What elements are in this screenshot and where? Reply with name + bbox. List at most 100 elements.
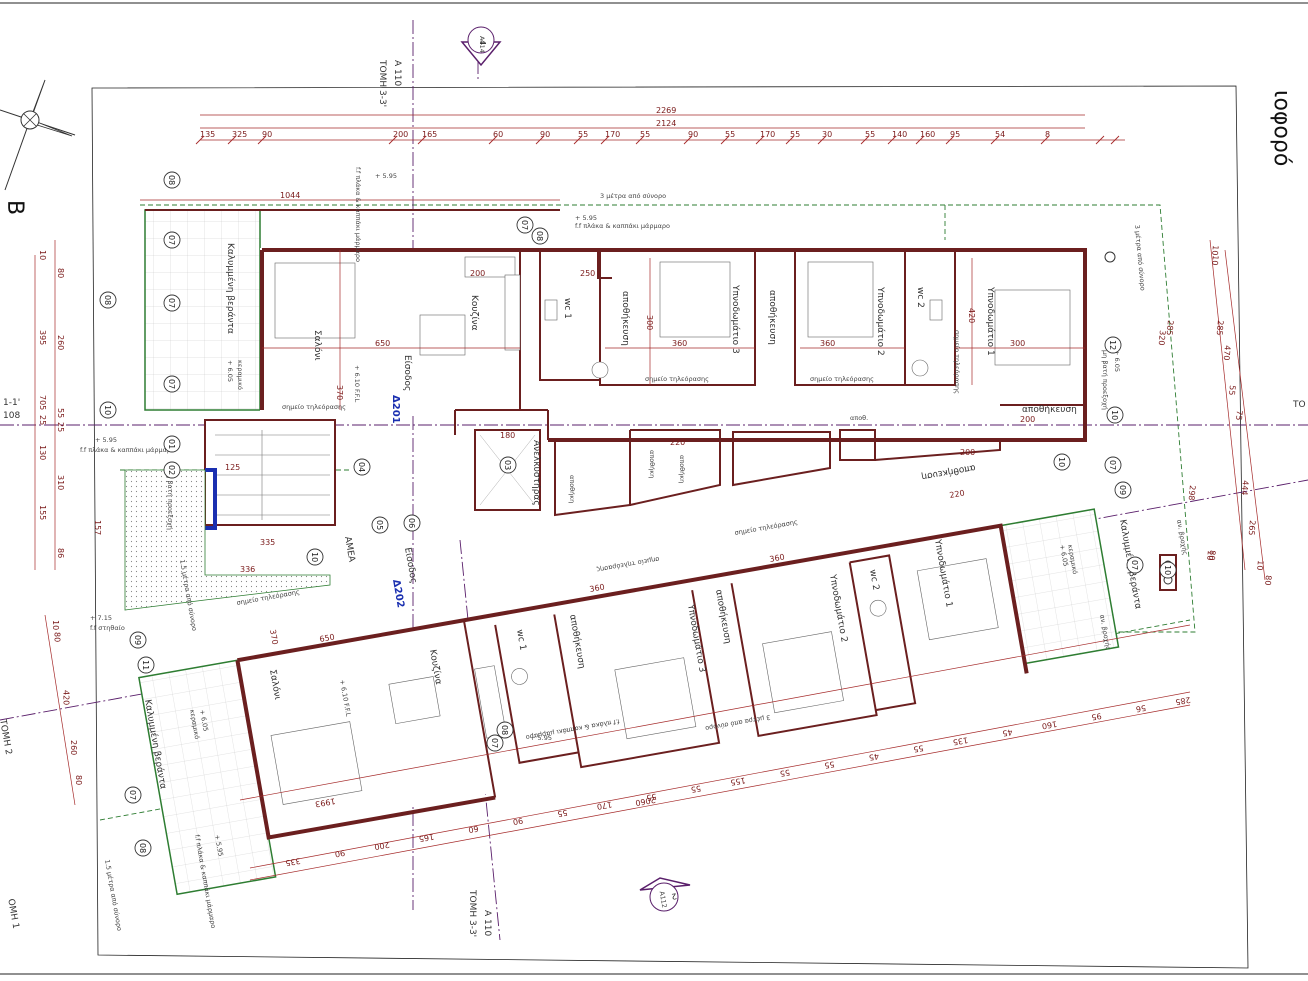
svg-text:650: 650 — [375, 339, 390, 348]
room-bed2-top: Υπνοδωμάτιο 2 — [875, 286, 885, 356]
room-tag-number: 07 — [167, 298, 176, 308]
svg-text:125: 125 — [225, 463, 240, 472]
dim-left-label: 260 — [69, 740, 78, 755]
room-tag-number: 08 — [167, 175, 176, 185]
svg-text:370: 370 — [268, 629, 280, 646]
room-storage-top-3: αποθήκευση — [1022, 405, 1077, 415]
svg-text:Α114: Α114 — [478, 36, 486, 53]
svg-text:σημείο τηλεόρασης: σημείο τηλεόρασης — [282, 403, 346, 411]
dim-bottom-chain-label: 200 — [374, 840, 391, 852]
dim-right-label: 470 — [1222, 345, 1232, 361]
dim-left-label: 157 — [93, 520, 102, 535]
svg-text:σημείο τηλεόρασης: σημείο τηλεόρασης — [953, 330, 961, 394]
room-tag-number: 06 — [407, 518, 416, 528]
dim-bottom-chain-label: 55 — [557, 808, 569, 819]
stair-core — [204, 419, 336, 526]
svg-text:ΤΟΜΗ 2: ΤΟΜΗ 2 — [0, 718, 13, 756]
room-tag-number: 07 — [520, 220, 529, 230]
dim-bottom-chain-label: 95 — [1091, 711, 1103, 722]
north-label: Β — [2, 200, 27, 215]
dim-left-label: 705 — [38, 395, 47, 410]
dim-top-chain-label: 55 — [725, 130, 735, 139]
kitchen-unit-top — [504, 274, 521, 351]
room-tag-number: 10 — [1163, 565, 1172, 575]
dim-bottom-chain-label: 56 — [1135, 703, 1147, 714]
room-living-top: Σαλόνι — [312, 330, 323, 361]
dim-right-label: 444 — [1240, 480, 1250, 496]
room-tag-number: 08 — [138, 843, 147, 853]
room-tag-number: 09 — [133, 635, 142, 645]
room-tag-number: 07 — [128, 790, 137, 800]
apartment-code-bottom: Δ202 — [390, 579, 406, 609]
dim-bottom-chain-label: 55 — [824, 759, 836, 770]
room-tag-number: 08 — [103, 295, 112, 305]
room-amea: ΑΜΕΑ — [342, 536, 356, 564]
note-ff-top: f.f πλάκα & καππάκι μάρμαρο — [575, 222, 670, 230]
note-three-m-right: 3 μέτρα από σύνορο — [1133, 224, 1147, 291]
svg-text:f.f πλάκα & καππάκι μάρμαρο: f.f πλάκα & καππάκι μάρμαρο — [80, 446, 175, 454]
room-tag-number: 07 — [1130, 560, 1139, 570]
elevation-marker-bottom: 2 Α112 — [639, 877, 691, 912]
dim-top-chain-label: 55 — [865, 130, 875, 139]
dim-bottom-chain-label: 55 — [690, 784, 702, 795]
svg-text:200: 200 — [470, 269, 485, 278]
apartment-code-top: Δ201 — [390, 395, 401, 424]
svg-text:μη βατή προεξοχή: μη βατή προεξοχή — [166, 470, 174, 530]
dim-left-label: 80 — [74, 775, 83, 785]
dim-bottom-chain-label: 55 — [779, 767, 791, 778]
dim-left-label: 155 — [38, 505, 47, 520]
svg-text:+ 5.95: + 5.95 — [530, 734, 552, 742]
svg-text:αποθήκη: αποθήκη — [648, 450, 656, 478]
svg-text:360: 360 — [589, 582, 606, 594]
room-tag-number: 10 — [103, 405, 112, 415]
svg-text:+ 7.15: + 7.15 — [90, 614, 112, 622]
dim-top-chain-label: 60 — [493, 130, 503, 139]
svg-text:ΟΜΗ 1: ΟΜΗ 1 — [5, 898, 20, 929]
apartment-top — [144, 209, 1090, 530]
dim-top-chain-label: 30 — [822, 130, 832, 139]
room-storage-bottom-3: αποθήκευση — [920, 462, 976, 481]
svg-text:108: 108 — [3, 411, 20, 421]
svg-text:ΤΟΜΗ 3-3': ΤΟΜΗ 3-3' — [467, 889, 477, 937]
svg-text:180: 180 — [500, 431, 515, 440]
dim-left-label: 25 — [56, 422, 65, 432]
room-veranda-top: Καλυμμένη βεράντα — [225, 243, 236, 334]
svg-text:αποθήκη: αποθήκη — [678, 455, 686, 483]
dim-top-chain-label: 54 — [995, 130, 1005, 139]
room-tag-number: 10 — [1057, 457, 1066, 467]
dim-bottom-chain-label: 285 — [1175, 695, 1192, 707]
dim-1044: 1044 — [280, 191, 300, 200]
room-storage-top-2: αποθήκευση — [767, 290, 777, 345]
room-wc1-top: wc 1 — [562, 298, 572, 319]
room-bed1-top: Υπνοδωμάτιο 1 — [985, 286, 995, 356]
dim-left-label: 80 — [53, 632, 62, 642]
dim-bottom-chain-label: 60 — [468, 824, 480, 835]
svg-text:Α 110: Α 110 — [482, 910, 492, 936]
dim-right-label: 10 — [1210, 255, 1220, 266]
svg-text:200: 200 — [1020, 415, 1035, 424]
dim-top-chain-label: 90 — [540, 130, 550, 139]
svg-text:ΤΟ: ΤΟ — [1292, 400, 1306, 410]
room-tag-number: 07 — [490, 738, 499, 748]
svg-text:360: 360 — [820, 339, 835, 348]
dim-right-label: 298 — [1187, 485, 1197, 501]
dim-bottom-chain-label: 155 — [730, 776, 747, 788]
svg-text:+ 6.05: + 6.05 — [226, 360, 234, 382]
svg-text:αποθήκη: αποθήκη — [568, 475, 576, 503]
svg-text:220: 220 — [670, 438, 685, 447]
dim-right-label: 285 — [1215, 320, 1225, 336]
dimensions-top: 2269 2124 1044 135 325 90 200 165 60 90 55 170 55… — [140, 106, 1125, 201]
room-tag-number: 08 — [535, 231, 544, 241]
dim-bottom-chain-label: 170 — [596, 800, 613, 812]
dim-top-chain-label: 55 — [640, 130, 650, 139]
svg-text:370: 370 — [335, 385, 344, 400]
room-elevator: Ανελκυστήρας — [531, 440, 541, 506]
svg-text:336: 336 — [240, 565, 255, 574]
dim-left-label: 86 — [56, 548, 65, 558]
dim-left-label: 25 — [38, 415, 47, 425]
bed-1-bottom — [916, 558, 999, 641]
room-storage-top-1: αποθήκευση — [620, 291, 630, 346]
dim-bottom-chain-label: 55 — [646, 792, 658, 803]
svg-text:ΤΟΜΗ 3-3': ΤΟΜΗ 3-3' — [377, 59, 387, 107]
dim-right-label: 10 — [1255, 560, 1265, 571]
